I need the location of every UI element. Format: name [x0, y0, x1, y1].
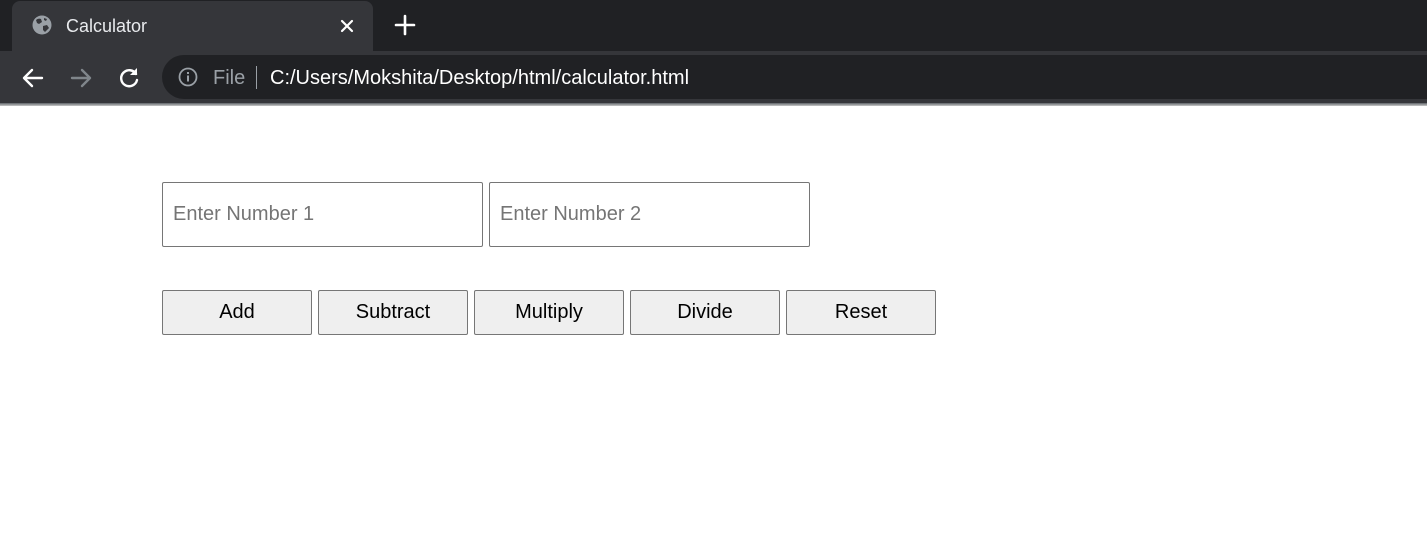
info-icon[interactable]	[178, 67, 198, 87]
reset-button[interactable]: Reset	[786, 290, 936, 335]
arrow-left-icon[interactable]	[20, 65, 46, 91]
number-1-input[interactable]	[162, 182, 483, 247]
tab-calculator[interactable]: Calculator	[12, 1, 373, 51]
page-content: Add Subtract Multiply Divide Reset	[0, 106, 1427, 559]
url-text[interactable]: C:/Users/Mokshita/Desktop/html/calculato…	[270, 66, 689, 90]
tab-title: Calculator	[66, 16, 148, 36]
divide-button[interactable]: Divide	[630, 290, 780, 335]
close-icon[interactable]	[336, 15, 358, 37]
scheme-label: File	[213, 67, 246, 89]
browser-toolbar: File C:/Users/Mokshita/Desktop/html/calc…	[0, 51, 1427, 103]
globe-icon	[32, 15, 52, 35]
number-2-input[interactable]	[489, 182, 810, 247]
reload-icon[interactable]	[116, 65, 142, 91]
arrow-right-icon[interactable]	[68, 65, 94, 91]
browser-window: Calculator File C:/Users/Mokshita/Deskto…	[0, 0, 1427, 559]
address-bar[interactable]: File C:/Users/Mokshita/Desktop/html/calc…	[162, 55, 1427, 99]
multiply-button[interactable]: Multiply	[474, 290, 624, 335]
plus-icon[interactable]	[393, 13, 417, 37]
tab-strip: Calculator	[0, 0, 1427, 51]
add-button[interactable]: Add	[162, 290, 312, 335]
subtract-button[interactable]: Subtract	[318, 290, 468, 335]
address-divider	[256, 66, 257, 89]
